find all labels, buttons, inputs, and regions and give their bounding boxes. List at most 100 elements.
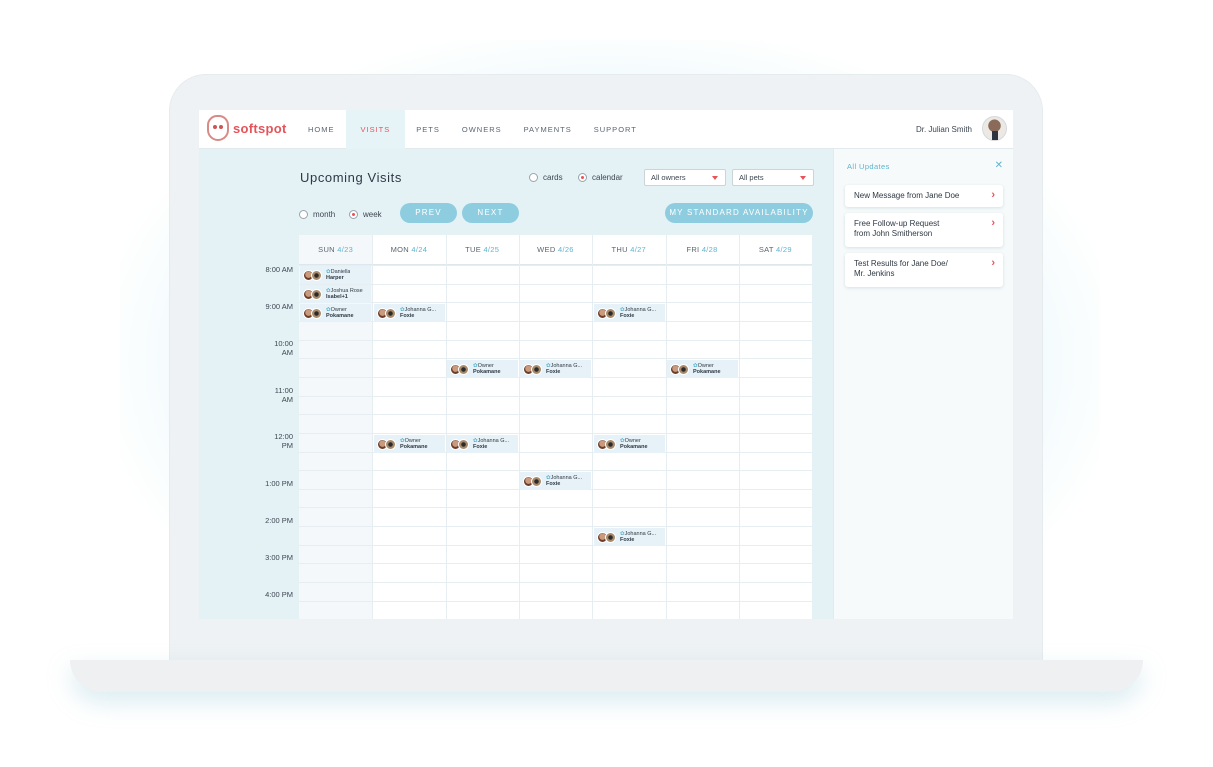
- visit-event[interactable]: ✿Johanna G... Foxie: [447, 435, 518, 453]
- update-subtext: Mr. Jenkins: [854, 269, 895, 278]
- grid-row-line: [299, 265, 812, 266]
- visits-main: Upcoming Visits cards calendar All owner…: [199, 149, 833, 619]
- nav-item-support[interactable]: SUPPORT: [583, 110, 648, 149]
- grid-column-line: [665, 235, 667, 619]
- range-week-radio[interactable]: week: [349, 210, 382, 219]
- day-header[interactable]: MON 4/24: [372, 235, 445, 264]
- view-cards-radio[interactable]: cards: [529, 173, 563, 182]
- update-text: Free Follow-up Request: [854, 219, 940, 228]
- update-card[interactable]: Test Results for Jane Doe/ Mr. Jenkins ›: [845, 253, 1003, 287]
- day-header[interactable]: SUN 4/23: [299, 235, 372, 264]
- view-calendar-radio[interactable]: calendar: [578, 173, 623, 182]
- laptop-base: [70, 660, 1143, 692]
- nav-item-visits[interactable]: VISITS: [345, 110, 406, 149]
- grid-column-line: [445, 235, 447, 619]
- day-date: 4/27: [630, 245, 647, 254]
- page-title: Upcoming Visits: [300, 170, 402, 185]
- grid-column-line: [738, 235, 740, 619]
- caret-down-icon: [712, 176, 718, 180]
- main-nav: HOME VISITS PETS OWNERS PAYMENTS SUPPORT: [297, 110, 648, 149]
- day-header[interactable]: THU 4/27: [592, 235, 665, 264]
- visit-event[interactable]: ✿Joshua Rose Isabel+1: [300, 285, 371, 303]
- day-name: TUE: [465, 245, 482, 254]
- day-date: 4/26: [557, 245, 574, 254]
- pets-filter-select[interactable]: All pets: [732, 169, 814, 186]
- update-card[interactable]: New Message from Jane Doe ›: [845, 185, 1003, 207]
- radio-label: cards: [543, 173, 563, 182]
- nav-item-pets[interactable]: PETS: [405, 110, 451, 149]
- pet-avatar: [311, 307, 322, 319]
- update-subtext: from John Smitherson: [854, 229, 933, 238]
- range-month-radio[interactable]: month: [299, 210, 335, 219]
- grid-row-line: [299, 339, 812, 341]
- visit-event[interactable]: ✿Owner Pokamane: [374, 435, 445, 453]
- radio-label: week: [363, 210, 382, 219]
- owners-filter-select[interactable]: All owners: [644, 169, 726, 186]
- time-label: 1:00 PM: [265, 479, 293, 488]
- visit-label: ✿Owner Pokamane: [473, 363, 501, 375]
- nav-item-home[interactable]: HOME: [297, 110, 346, 149]
- visit-event[interactable]: ✿Johanna G... Foxie: [594, 528, 665, 546]
- update-text: New Message from Jane Doe: [854, 191, 960, 200]
- day-date: 4/24: [411, 245, 428, 254]
- radio-icon: [299, 210, 308, 219]
- day-header[interactable]: SAT 4/29: [739, 235, 812, 264]
- visit-event[interactable]: ✿Johanna G... Foxie: [374, 304, 445, 322]
- visit-event[interactable]: ✿Johanna G... Foxie: [520, 360, 591, 378]
- day-name: MON: [390, 245, 410, 254]
- updates-panel: All Updates ✕ New Message from Jane Doe …: [833, 149, 1013, 619]
- next-button[interactable]: NEXT: [462, 203, 519, 223]
- prev-button[interactable]: PREV: [400, 203, 457, 223]
- day-header[interactable]: TUE 4/25: [446, 235, 519, 264]
- radio-icon: [529, 173, 538, 182]
- day-date: 4/28: [701, 245, 718, 254]
- update-text: Test Results for Jane Doe/: [854, 259, 948, 268]
- time-label: 11:00 AM: [274, 386, 293, 404]
- visit-event[interactable]: ✿Owner Pokamane: [667, 360, 738, 378]
- visit-event[interactable]: ✿Johanna G... Foxie: [594, 304, 665, 322]
- radio-selected-icon: [349, 210, 358, 219]
- visit-label: ✿Johanna G... Foxie: [400, 307, 437, 319]
- visit-event[interactable]: ✿Daniella Harper: [300, 266, 371, 284]
- visit-label: ✿Joshua Rose Isabel+1: [326, 288, 363, 300]
- visit-label: ✿Owner Pokamane: [620, 438, 648, 450]
- brand-name: softspot: [233, 120, 287, 136]
- visit-label: ✿Daniella Harper: [326, 269, 351, 281]
- grid-column-line: [592, 235, 594, 619]
- day-header[interactable]: FRI 4/28: [665, 235, 738, 264]
- visit-event[interactable]: ✿Owner Pokamane: [300, 304, 371, 322]
- updates-title[interactable]: All Updates: [847, 162, 890, 171]
- nav-item-owners[interactable]: OWNERS: [451, 110, 513, 149]
- select-value: All pets: [739, 173, 764, 182]
- day-date: 4/25: [483, 245, 500, 254]
- user-avatar[interactable]: [982, 116, 1007, 141]
- time-label: 2:00 PM: [265, 516, 293, 525]
- visit-event[interactable]: ✿Johanna G... Foxie: [520, 472, 591, 490]
- grid-row-line: [299, 395, 812, 397]
- nav-item-payments[interactable]: PAYMENTS: [513, 110, 583, 149]
- radio-label: calendar: [592, 173, 623, 182]
- user-name[interactable]: Dr. Julian Smith: [916, 110, 972, 149]
- radio-label: month: [313, 210, 336, 219]
- day-header[interactable]: WED 4/26: [519, 235, 592, 264]
- grid-row-line: [299, 283, 812, 285]
- visit-label: ✿Owner Pokamane: [693, 363, 721, 375]
- visit-label: ✿Johanna G... Foxie: [546, 475, 583, 487]
- visit-event[interactable]: ✿Owner Pokamane: [594, 435, 665, 453]
- grid-row-line: [299, 526, 812, 528]
- chevron-right-icon: ›: [991, 257, 995, 269]
- visit-label: ✿Owner Pokamane: [400, 438, 428, 450]
- app-screen: softspot HOME VISITS PETS OWNERS PAYMENT…: [199, 110, 1013, 619]
- standard-availability-button[interactable]: MY STANDARD AVAILABILITY: [665, 203, 813, 223]
- pet-avatar: [678, 363, 689, 375]
- softspot-logo[interactable]: softspot: [207, 115, 287, 141]
- day-name: WED: [537, 245, 556, 254]
- update-card[interactable]: Free Follow-up Request from John Smither…: [845, 213, 1003, 247]
- pet-avatar: [385, 307, 396, 319]
- day-date: 4/23: [337, 245, 354, 254]
- time-label: 9:00 AM: [265, 302, 293, 311]
- visit-event[interactable]: ✿Owner Pokamane: [447, 360, 518, 378]
- close-icon[interactable]: ✕: [995, 160, 1003, 171]
- grid-row-line: [299, 507, 812, 509]
- grid-row-line: [299, 432, 812, 434]
